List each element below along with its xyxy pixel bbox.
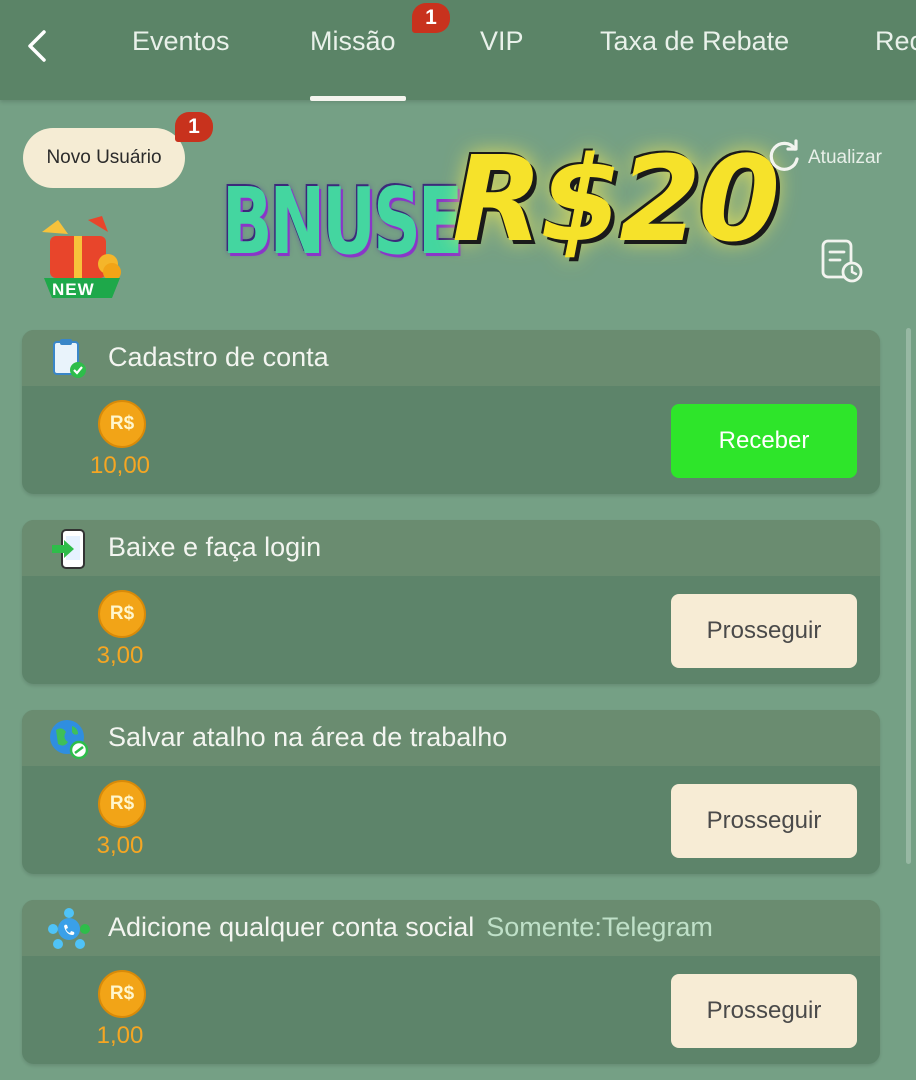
new-gift-icon: NEW [28,214,128,304]
reward-amount: 10,00 [89,452,151,479]
refresh-button[interactable]: Atualizar [766,137,882,179]
top-nav: Eventos Missão 1 VIP Taxa de Rebate Rec [0,0,916,101]
prosseguir-button[interactable]: Prosseguir [671,784,857,858]
clipboard-check-icon [48,338,90,380]
active-tab-indicator [310,96,406,101]
coin-icon: R$ [98,970,146,1018]
refresh-icon [766,137,802,179]
mission-card-salvar-atalho: Salvar atalho na área de trabalho R$ 3,0… [22,710,880,874]
reward-amount: 3,00 [96,832,144,859]
phone-login-icon [48,528,90,570]
mission-title: Baixe e faça login [108,532,321,563]
banner-rs20-text: R$20 [452,130,780,268]
reward-amount: 3,00 [96,642,144,669]
missao-notification-badge: 1 [412,3,450,33]
history-record-icon[interactable] [820,238,864,284]
tab-vip[interactable]: VIP [480,26,524,57]
tab-eventos[interactable]: Eventos [132,26,230,57]
mission-title: Cadastro de conta [108,342,329,373]
mission-title: Adicione qualquer conta social Somente:Te… [108,912,713,943]
prosseguir-button[interactable]: Prosseguir [671,594,857,668]
coin-icon: R$ [98,400,146,448]
mission-card-baixe-login: Baixe e faça login R$ 3,00 Prosseguir [22,520,880,684]
mission-note: Somente:Telegram [486,912,713,942]
coin-icon: R$ [98,590,146,638]
banner-bnuse-text: BNUSE [222,168,463,275]
tab-missao[interactable]: Missão [310,26,396,57]
new-tag: NEW [52,280,95,299]
mission-title-text: Baixe e faça login [108,532,322,562]
reward-amount: 1,00 [96,1022,144,1049]
novo-usuario-badge: 1 [175,112,213,142]
mission-title-text: Salvar atalho na área de trabalho [108,722,508,752]
novo-usuario-chip[interactable]: Novo Usuário [23,128,185,188]
scrollbar[interactable] [906,328,911,864]
tab-rec[interactable]: Rec [875,26,916,57]
back-arrow-icon[interactable] [22,28,54,64]
mission-title: Salvar atalho na área de trabalho [108,722,507,753]
mission-card-cadastro: Cadastro de conta R$ 10,00 Receber [22,330,880,494]
mission-card-conta-social: Adicione qualquer conta social Somente:Te… [22,900,880,1064]
receber-button[interactable]: Receber [671,404,857,478]
refresh-label: Atualizar [808,147,882,168]
mission-title-text: Adicione qualquer conta social [108,912,475,942]
globe-link-icon [48,718,90,760]
tab-taxa-de-rebate[interactable]: Taxa de Rebate [600,26,789,57]
coin-icon: R$ [98,780,146,828]
prosseguir-button[interactable]: Prosseguir [671,974,857,1048]
social-network-icon [48,908,90,950]
mission-title-text: Cadastro de conta [108,342,329,372]
novo-usuario-label: Novo Usuário [46,147,162,168]
